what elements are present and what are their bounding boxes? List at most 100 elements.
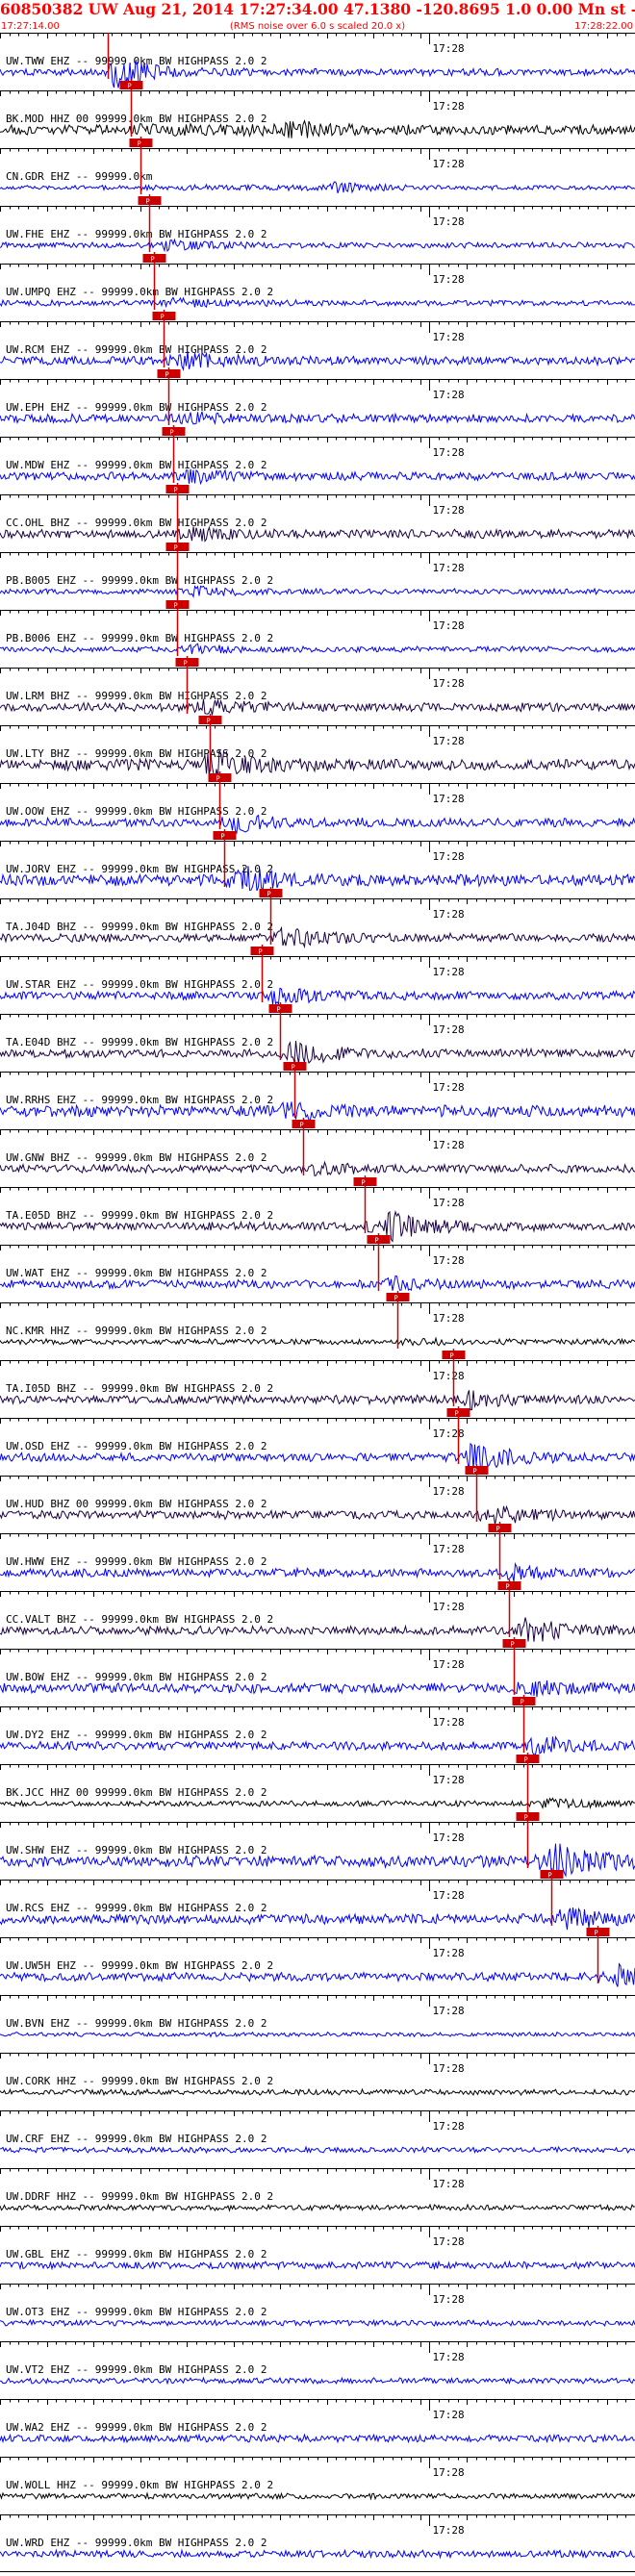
time-ticks [0,149,635,154]
pick-label: P [524,1756,528,1764]
time-ticks [0,1361,635,1366]
time-ticks [0,207,635,212]
time-ticks [0,2285,635,2289]
waveform [0,814,635,835]
waveform [0,2087,635,2097]
station-label: TA.J04D BHZ -- 99999.0km BW HIGHPASS 2.0… [6,921,273,933]
waveform [0,2433,635,2444]
station-label: UW.HWW EHZ -- 99999.0km BW HIGHPASS 2.0 … [6,1555,267,1568]
time-ticks [0,2111,635,2116]
station-label: CN.GDR EHZ -- 99999.0km [6,170,153,183]
minute-label: 17:28 [433,2062,465,2075]
station-label: UW.UMPQ EHZ -- 99999.0km BW HIGHPASS 2.0… [6,286,273,298]
time-ticks [0,1823,635,1828]
waveform [0,1160,635,1176]
trace-17: 17:28 TA.E04D BHZ -- 99999.0km BW HIGHPAS… [0,1002,635,1065]
waveform [0,2203,635,2212]
waveform [0,1797,635,1809]
station-label: UW.OOW EHZ -- 99999.0km BW HIGHPASS 2.0 … [6,805,267,818]
trace-7: 17:28 UW.MDW EHZ -- 99999.0km BW HIGHPASS… [0,425,635,486]
trace-35: 17:28 UW.CORK HHZ -- 99999.0km BW HIGHPAS… [0,2053,635,2097]
time-ticks [0,1938,635,1943]
station-label: UW.EPH EHZ -- 99999.0km BW HIGHPASS 2.0 … [6,401,267,414]
seismogram-plot: 17:28 UW.TWW EHZ -- 99999.0km BW HIGHPASS… [0,33,635,2572]
time-ticks [0,495,635,500]
time-ticks [0,1073,635,1077]
station-label: UW.MDW EHZ -- 99999.0km BW HIGHPASS 2.0 … [6,459,267,471]
pick-label: P [151,256,155,264]
station-label: TA.E05D BHZ -- 99999.0km BW HIGHPASS 2.0… [6,1209,273,1222]
pick-label: P [174,602,178,610]
station-label: UW.RCM EHZ -- 99999.0km BW HIGHPASS 2.0 … [6,343,267,356]
pick-label: P [292,1064,295,1072]
waveform [0,2031,635,2038]
trace-14: 17:28 UW.JORV EHZ -- 99999.0km BW HIGHPAS… [0,829,635,892]
minute-label: 17:28 [433,850,465,863]
station-label: UW.FHE EHZ -- 99999.0km BW HIGHPASS 2.0 … [6,228,267,240]
minute-label: 17:28 [433,1543,465,1555]
minute-label: 17:28 [433,2235,465,2248]
trace-5: 17:28 UW.RCM EHZ -- 99999.0km BW HIGHPASS… [0,310,635,371]
time-ticks [0,784,635,789]
station-label: BK.MOD HHZ 00 99999.0km BW HIGHPASS 2.0 … [6,113,267,125]
time-ticks [0,1534,635,1539]
trace-0: 17:28 UW.TWW EHZ -- 99999.0km BW HIGHPASS… [0,33,635,88]
trace-42: 17:28 UW.WOLL HHZ -- 99999.0km BW HIGHPAS… [0,2457,635,2501]
pick-label: P [362,1179,366,1187]
pick-label: P [524,1814,528,1822]
time-ticks [0,1881,635,1885]
trace-37: 17:28 UW.DDRF HHZ -- 99999.0km BW HIGHPAS… [0,2168,635,2212]
waveform [0,2318,635,2328]
pick-label: P [394,1295,398,1302]
station-label: UW.UW5H EHZ -- 99999.0km BW HIGHPASS 2.0… [6,1959,273,1972]
minute-label: 17:28 [433,446,465,459]
station-label: BK.JCC HHZ 00 99999.0km BW HIGHPASS 2.0 … [6,1786,267,1799]
trace-38: 17:28 UW.GBL EHZ -- 99999.0km BW HIGHPASS… [0,2226,635,2271]
trace-39: 17:28 UW.OT3 EHZ -- 99999.0km BW HIGHPASS… [0,2284,635,2328]
pick-label: P [450,1352,454,1360]
minute-label: 17:28 [433,1370,465,1382]
time-ticks [0,2458,635,2462]
trace-6: 17:28 UW.EPH EHZ -- 99999.0km BW HIGHPASS… [0,367,635,426]
time-ticks [0,2227,635,2232]
time-ticks [0,957,635,962]
minute-label: 17:28 [433,1831,465,1844]
minute-label: 17:28 [433,1139,465,1151]
pick-label: P [506,1583,510,1591]
time-ticks [0,2169,635,2174]
time-ticks [0,842,635,846]
time-ticks [0,2054,635,2058]
trace-19: 17:28 UW.GNW BHZ -- 99999.0km BW HIGHPASS… [0,1118,635,1176]
station-label: UW.OSD EHZ -- 99999.0km BW HIGHPASS 2.0 … [6,1440,267,1452]
minute-label: 17:28 [433,1081,465,1094]
pick-label: P [174,544,178,552]
pick-label: P [277,1006,281,1014]
time-ticks [0,899,635,904]
minute-label: 17:28 [433,1023,465,1036]
pick-label: P [170,429,174,437]
trace-21: 17:28 UW.WAT EHZ -- 99999.0km BW HIGHPASS… [0,1233,635,1291]
trace-43: 17:28 UW.WRD EHZ -- 99999.0km BW HIGHPASS… [0,2514,635,2560]
rms-note: (RMS noise over 6.0 s scaled 20.0 x) [229,21,406,32]
minute-label: 17:28 [433,1716,465,1729]
minute-label: 17:28 [433,1889,465,1902]
pick-label: P [128,83,132,90]
minute-label: 17:28 [433,504,465,517]
time-ticks [0,34,635,38]
station-label: TA.E04D BHZ -- 99999.0km BW HIGHPASS 2.0… [6,1036,273,1048]
minute-label: 17:28 [433,1774,465,1786]
station-label: UW.DY2 EHZ -- 99999.0km BW HIGHPASS 2.0 … [6,1729,267,1741]
station-label: UW.HUD BHZ 00 99999.0km BW HIGHPASS 2.0 … [6,1498,267,1510]
minute-label: 17:28 [433,908,465,921]
station-label: UW.TWW EHZ -- 99999.0km BW HIGHPASS 2.0 … [6,55,267,67]
time-ticks [0,1015,635,1020]
station-label: UW.LRM BHZ -- 99999.0km BW HIGHPASS 2.0 … [6,690,267,702]
minute-label: 17:28 [433,966,465,978]
waveform [0,585,635,598]
pick-label: P [455,1410,459,1418]
trace-13: 17:28 UW.OOW EHZ -- 99999.0km BW HIGHPASS… [0,771,635,835]
station-label: UW.CORK HHZ -- 99999.0km BW HIGHPASS 2.0… [6,2075,273,2087]
station-label: UW.DDRF HHZ -- 99999.0km BW HIGHPASS 2.0… [6,2190,273,2203]
station-label: CC.VALT BHZ -- 99999.0km BW HIGHPASS 2.0… [6,1613,273,1626]
station-label: UW.STAR EHZ -- 99999.0km BW HIGHPASS 2.0… [6,978,273,991]
